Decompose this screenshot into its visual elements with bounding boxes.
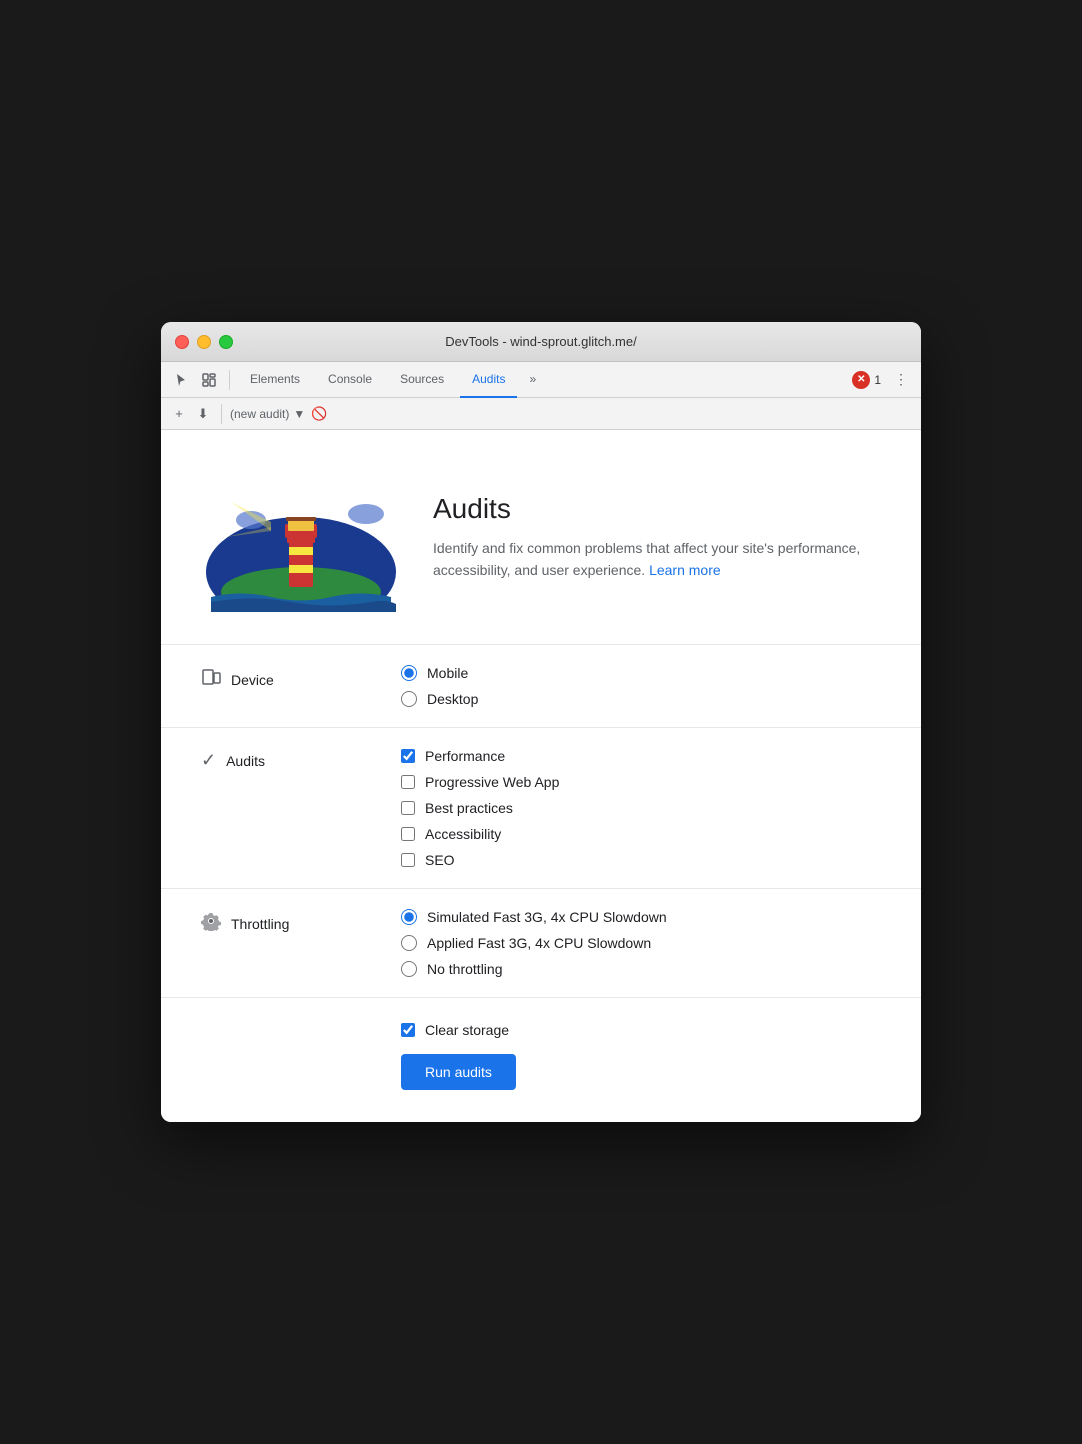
second-toolbar: + ⬇ (new audit) ▼ 🚫	[161, 398, 921, 430]
maximize-button[interactable]	[219, 335, 233, 349]
throttling-simulated-radio[interactable]	[401, 909, 417, 925]
tab-elements[interactable]: Elements	[238, 362, 312, 398]
audit-pwa-option[interactable]: Progressive Web App	[401, 774, 559, 790]
throttling-section: Throttling Simulated Fast 3G, 4x CPU Slo…	[161, 889, 921, 998]
devtools-toolbar: Elements Console Sources Audits » ✕ 1 ⋮	[161, 362, 921, 398]
tab-console[interactable]: Console	[316, 362, 384, 398]
error-count[interactable]: ✕ 1	[852, 371, 881, 389]
window-buttons	[175, 335, 233, 349]
checkmark-icon: ✓	[201, 750, 216, 771]
toolbar-right: ✕ 1 ⋮	[852, 368, 913, 392]
lighthouse-illustration	[201, 462, 401, 612]
throttling-label: Throttling	[201, 909, 401, 936]
menu-icon[interactable]: ⋮	[889, 368, 913, 392]
throttling-simulated-option[interactable]: Simulated Fast 3G, 4x CPU Slowdown	[401, 909, 667, 925]
device-desktop-option[interactable]: Desktop	[401, 691, 478, 707]
minimize-button[interactable]	[197, 335, 211, 349]
gear-icon	[201, 911, 221, 936]
hero-text: Audits Identify and fix common problems …	[433, 493, 881, 582]
hero-description: Identify and fix common problems that af…	[433, 537, 881, 582]
inspect-icon[interactable]	[197, 368, 221, 392]
throttling-applied-radio[interactable]	[401, 935, 417, 951]
divider	[229, 370, 230, 390]
audits-label: ✓ Audits	[201, 748, 401, 771]
audit-performance-option[interactable]: Performance	[401, 748, 559, 764]
hero-section: Audits Identify and fix common problems …	[161, 430, 921, 645]
cursor-icon[interactable]	[169, 368, 193, 392]
main-content: Audits Identify and fix common problems …	[161, 430, 921, 1122]
divider2	[221, 404, 222, 424]
close-button[interactable]	[175, 335, 189, 349]
audits-section: ✓ Audits Performance Progressive Web App…	[161, 728, 921, 889]
device-options: Mobile Desktop	[401, 665, 478, 707]
audits-row: ✓ Audits Performance Progressive Web App…	[161, 728, 921, 888]
audit-seo-option[interactable]: SEO	[401, 852, 559, 868]
run-audits-button[interactable]: Run audits	[401, 1054, 516, 1090]
throttling-none-option[interactable]: No throttling	[401, 961, 667, 977]
run-section: Clear storage Run audits	[161, 998, 921, 1122]
error-number: 1	[874, 373, 881, 387]
hero-title: Audits	[433, 493, 881, 525]
audit-bestpractices-checkbox[interactable]	[401, 801, 415, 815]
audit-accessibility-checkbox[interactable]	[401, 827, 415, 841]
device-mobile-radio[interactable]	[401, 665, 417, 681]
clear-storage-option[interactable]: Clear storage	[401, 1022, 881, 1038]
device-desktop-radio[interactable]	[401, 691, 417, 707]
audit-seo-checkbox[interactable]	[401, 853, 415, 867]
tab-audits[interactable]: Audits	[460, 362, 517, 398]
clear-storage-checkbox[interactable]	[401, 1023, 415, 1037]
title-bar: DevTools - wind-sprout.glitch.me/	[161, 322, 921, 362]
device-label: Device	[201, 665, 401, 692]
learn-more-link[interactable]: Learn more	[649, 562, 721, 578]
devtools-window: DevTools - wind-sprout.glitch.me/ Elemen…	[161, 322, 921, 1122]
throttling-row: Throttling Simulated Fast 3G, 4x CPU Slo…	[161, 889, 921, 997]
more-tabs[interactable]: »	[521, 362, 544, 398]
throttling-options: Simulated Fast 3G, 4x CPU Slowdown Appli…	[401, 909, 667, 977]
clear-icon[interactable]: 🚫	[309, 404, 329, 424]
download-icon[interactable]: ⬇	[193, 404, 213, 424]
add-icon[interactable]: +	[169, 404, 189, 424]
throttling-none-radio[interactable]	[401, 961, 417, 977]
tab-sources[interactable]: Sources	[388, 362, 456, 398]
device-icon	[201, 667, 221, 692]
device-section: Device Mobile Desktop	[161, 645, 921, 728]
audits-options: Performance Progressive Web App Best pra…	[401, 748, 559, 868]
window-title: DevTools - wind-sprout.glitch.me/	[445, 334, 636, 349]
audit-accessibility-option[interactable]: Accessibility	[401, 826, 559, 842]
audit-select-label: (new audit)	[230, 407, 289, 421]
audit-bestpractices-option[interactable]: Best practices	[401, 800, 559, 816]
dropdown-icon: ▼	[293, 407, 305, 421]
error-badge: ✕	[852, 371, 870, 389]
audit-performance-checkbox[interactable]	[401, 749, 415, 763]
audit-select[interactable]: (new audit) ▼	[230, 407, 305, 421]
throttling-applied-option[interactable]: Applied Fast 3G, 4x CPU Slowdown	[401, 935, 667, 951]
device-mobile-option[interactable]: Mobile	[401, 665, 478, 681]
run-button-wrap: Run audits	[401, 1054, 881, 1090]
device-row: Device Mobile Desktop	[161, 645, 921, 727]
audit-pwa-checkbox[interactable]	[401, 775, 415, 789]
